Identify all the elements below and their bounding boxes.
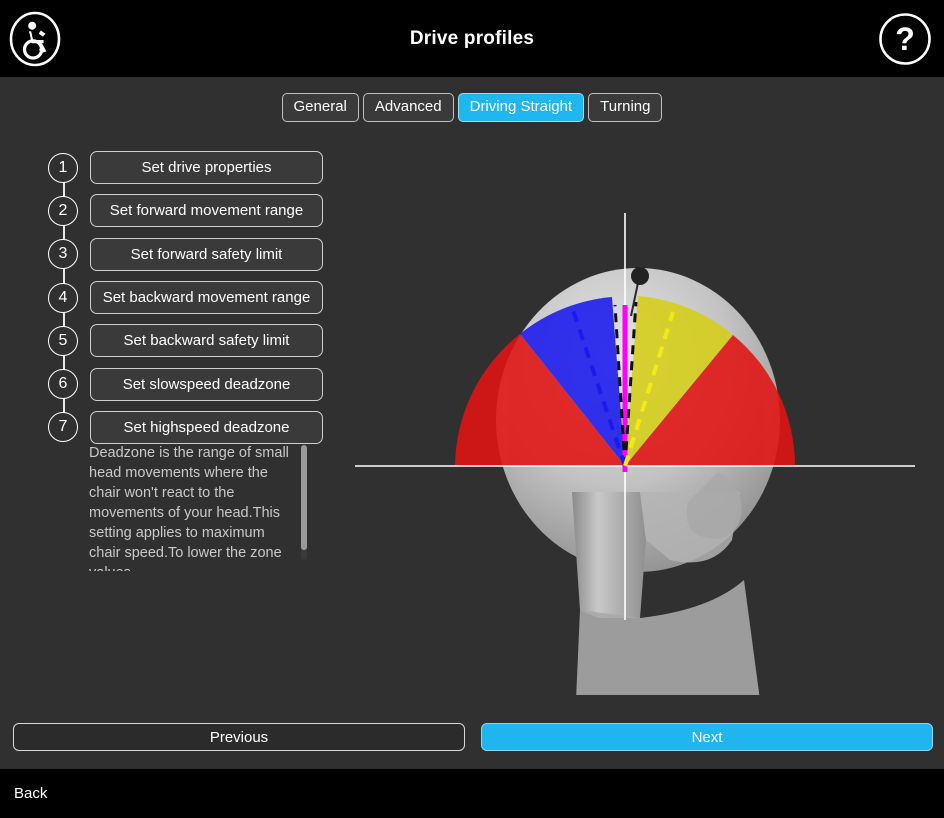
step-number-6: 6: [48, 369, 78, 400]
step-button-set-backward-safety-limit[interactable]: Set backward safety limit: [90, 324, 323, 358]
step-button-set-forward-movement-range[interactable]: Set forward movement range: [90, 194, 323, 228]
page-title: Drive profiles: [409, 27, 535, 49]
tab-bar: General Advanced Driving Straight Turnin…: [0, 93, 944, 122]
step-row: 4 Set backward movement range: [48, 276, 323, 319]
next-button[interactable]: Next: [481, 723, 933, 751]
step-button-set-drive-properties[interactable]: Set drive properties: [90, 151, 323, 185]
step-button-set-slowspeed-deadzone[interactable]: Set slowspeed deadzone: [90, 367, 323, 401]
step-number-4: 4: [48, 282, 78, 313]
description-text: Deadzone is the range of small head move…: [89, 445, 289, 571]
step-number-3: 3: [48, 239, 78, 270]
head-angle-visualization: 4.5° Set center: [340, 140, 944, 695]
step-number-5: 5: [48, 325, 78, 356]
tab-driving-straight[interactable]: Driving Straight: [457, 93, 585, 122]
previous-button[interactable]: Previous: [13, 723, 465, 751]
step-row: 1 Set drive properties: [48, 146, 323, 189]
description-scrollbar-thumb[interactable]: [301, 445, 307, 550]
sensor-marker-dot: [631, 267, 649, 285]
step-button-set-forward-safety-limit[interactable]: Set forward safety limit: [90, 237, 323, 271]
app-footer: Back: [0, 769, 944, 818]
app-header: Drive profiles ?: [0, 0, 944, 77]
step-number-7: 7: [48, 412, 78, 443]
step-row: 3 Set forward safety limit: [48, 233, 323, 276]
step-row: 5 Set backward safety limit: [48, 319, 323, 362]
tab-turning[interactable]: Turning: [588, 93, 663, 122]
tab-general[interactable]: General: [281, 93, 359, 122]
step-number-1: 1: [48, 152, 78, 183]
help-question-icon[interactable]: ?: [877, 12, 933, 66]
head-diagram-svg: [355, 213, 915, 695]
description-panel: Deadzone is the range of small head move…: [89, 443, 317, 571]
step-number-2: 2: [48, 195, 78, 226]
step-row: 2 Set forward movement range: [48, 189, 323, 232]
step-button-set-highspeed-deadzone[interactable]: Set highspeed deadzone: [90, 410, 323, 444]
step-list: 1 Set drive properties 2 Set forward mov…: [48, 146, 323, 449]
app-root: Drive profiles ? General Advanced Drivin…: [0, 0, 944, 818]
back-button[interactable]: Back: [14, 769, 47, 818]
tab-advanced[interactable]: Advanced: [362, 93, 454, 122]
step-button-set-backward-movement-range[interactable]: Set backward movement range: [90, 281, 323, 315]
step-row: 6 Set slowspeed deadzone: [48, 362, 323, 405]
svg-text:?: ?: [895, 21, 915, 57]
